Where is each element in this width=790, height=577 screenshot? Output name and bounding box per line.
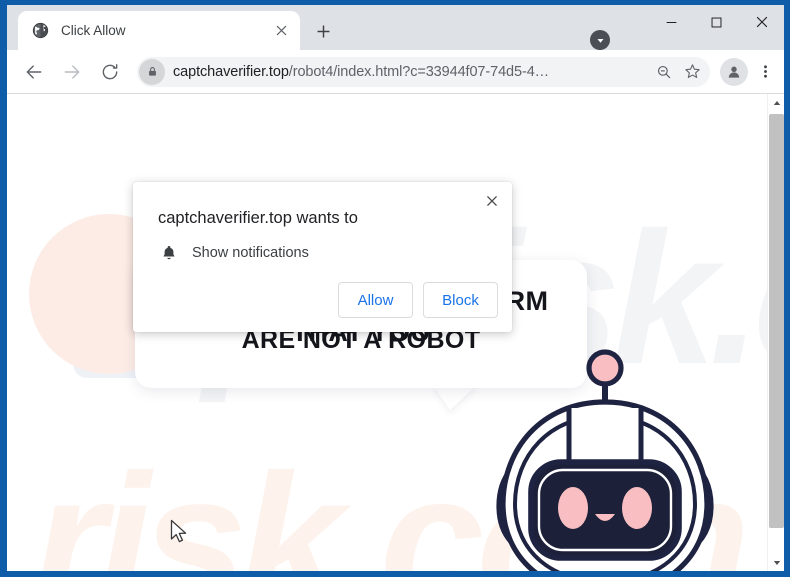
permission-label: Show notifications xyxy=(192,245,309,261)
close-icon[interactable] xyxy=(479,188,505,214)
bell-icon xyxy=(158,242,180,264)
zoom-out-icon[interactable] xyxy=(650,58,678,86)
dialog-actions: Allow Block xyxy=(338,282,498,318)
browser-tab[interactable]: Click Allow xyxy=(18,11,300,50)
tab-search-icon[interactable] xyxy=(590,30,610,50)
browser-menu-button[interactable] xyxy=(752,58,778,86)
new-tab-button[interactable] xyxy=(309,17,337,45)
robot-mascot xyxy=(469,344,741,571)
browser-chrome: Click Allow captchaverifier.top/robot4/i… xyxy=(7,5,784,571)
maximize-button[interactable] xyxy=(694,5,739,39)
notification-permission-dialog: captchaverifier.top wants to Show notifi… xyxy=(133,182,512,332)
reload-button[interactable] xyxy=(95,57,125,87)
url-text: captchaverifier.top/robot4/index.html?c=… xyxy=(173,64,650,80)
dialog-title: captchaverifier.top wants to xyxy=(158,209,358,227)
globe-icon xyxy=(32,22,49,39)
allow-button[interactable]: Allow xyxy=(338,282,413,318)
browser-toolbar: captchaverifier.top/robot4/index.html?c=… xyxy=(7,50,784,94)
tab-strip: Click Allow xyxy=(7,5,784,50)
back-button[interactable] xyxy=(19,57,49,87)
permission-row: Show notifications xyxy=(158,242,309,264)
lock-icon[interactable] xyxy=(139,58,165,85)
block-button[interactable]: Block xyxy=(423,282,498,318)
url-host: captchaverifier.top xyxy=(173,63,289,80)
minimize-button[interactable] xyxy=(649,5,694,39)
page-scrollbar[interactable] xyxy=(767,94,784,571)
close-window-button[interactable] xyxy=(739,5,784,39)
web-page: pcrisk.com risk.com CLICK ALLOW TO CONFI… xyxy=(7,94,767,571)
star-icon[interactable] xyxy=(678,58,706,86)
scroll-down-arrow[interactable] xyxy=(768,554,784,571)
window-controls xyxy=(649,5,784,50)
scroll-up-arrow[interactable] xyxy=(768,94,784,111)
tab-close-icon[interactable] xyxy=(271,21,291,41)
mouse-pointer xyxy=(170,519,188,545)
forward-button[interactable] xyxy=(57,57,87,87)
profile-avatar-icon[interactable] xyxy=(720,57,748,86)
scrollbar-thumb[interactable] xyxy=(769,114,784,528)
tab-title: Click Allow xyxy=(61,23,126,38)
browser-window: Click Allow captchaverifier.top/robot4/i… xyxy=(0,0,790,577)
decor-blob xyxy=(99,332,139,372)
url-path: /robot4/index.html?c=33944f07-74d5-4… xyxy=(288,63,550,80)
address-bar[interactable]: captchaverifier.top/robot4/index.html?c=… xyxy=(137,56,710,87)
page-viewport: pcrisk.com risk.com CLICK ALLOW TO CONFI… xyxy=(7,94,784,571)
